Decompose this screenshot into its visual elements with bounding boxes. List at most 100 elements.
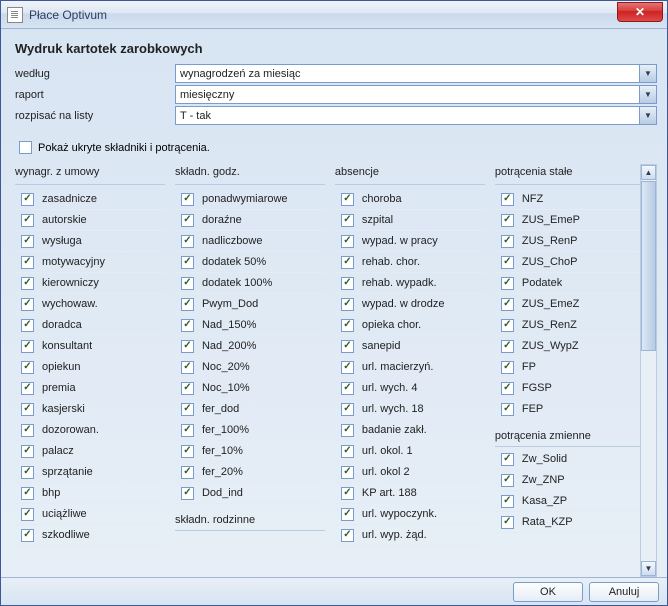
list-item[interactable]: kierowniczy	[15, 273, 165, 294]
item-checkbox[interactable]	[341, 319, 354, 332]
item-checkbox[interactable]	[21, 487, 34, 500]
list-item[interactable]: sprzątanie	[15, 462, 165, 483]
item-checkbox[interactable]	[21, 361, 34, 374]
item-checkbox[interactable]	[501, 340, 514, 353]
wedlug-select[interactable]: wynagrodzeń za miesiąc	[175, 64, 657, 83]
item-checkbox[interactable]	[181, 403, 194, 416]
item-checkbox[interactable]	[21, 445, 34, 458]
item-checkbox[interactable]	[341, 193, 354, 206]
item-checkbox[interactable]	[181, 277, 194, 290]
list-item[interactable]: ZUS_EmeP	[495, 210, 640, 231]
chevron-down-icon[interactable]	[639, 107, 656, 124]
item-checkbox[interactable]	[501, 277, 514, 290]
item-checkbox[interactable]	[341, 508, 354, 521]
chevron-down-icon[interactable]	[639, 86, 656, 103]
show-hidden-checkbox[interactable]	[19, 141, 32, 154]
item-checkbox[interactable]	[181, 361, 194, 374]
close-button[interactable]: ✕	[617, 2, 663, 22]
list-item[interactable]: ZUS_EmeZ	[495, 294, 640, 315]
list-item[interactable]: Podatek	[495, 273, 640, 294]
list-item[interactable]: fer_100%	[175, 420, 325, 441]
list-item[interactable]: ponadwymiarowe	[175, 189, 325, 210]
item-checkbox[interactable]	[181, 340, 194, 353]
item-checkbox[interactable]	[501, 382, 514, 395]
item-checkbox[interactable]	[181, 319, 194, 332]
item-checkbox[interactable]	[21, 235, 34, 248]
item-checkbox[interactable]	[21, 319, 34, 332]
chevron-down-icon[interactable]	[639, 65, 656, 82]
list-item[interactable]: url. wyp. żąd.	[335, 525, 485, 546]
cancel-button[interactable]: Anuluj	[589, 582, 659, 602]
item-checkbox[interactable]	[501, 516, 514, 529]
list-item[interactable]: palacz	[15, 441, 165, 462]
item-checkbox[interactable]	[181, 214, 194, 227]
item-checkbox[interactable]	[341, 214, 354, 227]
list-item[interactable]: Noc_20%	[175, 357, 325, 378]
item-checkbox[interactable]	[21, 508, 34, 521]
list-item[interactable]: dodatek 50%	[175, 252, 325, 273]
item-checkbox[interactable]	[341, 445, 354, 458]
rozpisac-select[interactable]: T - tak	[175, 106, 657, 125]
item-checkbox[interactable]	[21, 340, 34, 353]
item-checkbox[interactable]	[341, 382, 354, 395]
item-checkbox[interactable]	[341, 424, 354, 437]
list-item[interactable]: FP	[495, 357, 640, 378]
list-item[interactable]: opiekun	[15, 357, 165, 378]
item-checkbox[interactable]	[341, 403, 354, 416]
list-item[interactable]: Zw_Solid	[495, 449, 640, 470]
item-checkbox[interactable]	[181, 235, 194, 248]
vertical-scrollbar[interactable]	[640, 164, 657, 577]
list-item[interactable]: sanepid	[335, 336, 485, 357]
item-checkbox[interactable]	[181, 298, 194, 311]
list-item[interactable]: konsultant	[15, 336, 165, 357]
item-checkbox[interactable]	[181, 382, 194, 395]
list-item[interactable]: opieka chor.	[335, 315, 485, 336]
item-checkbox[interactable]	[21, 298, 34, 311]
item-checkbox[interactable]	[181, 466, 194, 479]
item-checkbox[interactable]	[21, 466, 34, 479]
list-item[interactable]: uciążliwe	[15, 504, 165, 525]
list-item[interactable]: zasadnicze	[15, 189, 165, 210]
item-checkbox[interactable]	[341, 487, 354, 500]
list-item[interactable]: Noc_10%	[175, 378, 325, 399]
item-checkbox[interactable]	[501, 298, 514, 311]
list-item[interactable]: Nad_150%	[175, 315, 325, 336]
item-checkbox[interactable]	[341, 298, 354, 311]
list-item[interactable]: fer_20%	[175, 462, 325, 483]
item-checkbox[interactable]	[501, 256, 514, 269]
list-item[interactable]: url. okol 2	[335, 462, 485, 483]
list-item[interactable]: fer_dod	[175, 399, 325, 420]
list-item[interactable]: motywacyjny	[15, 252, 165, 273]
item-checkbox[interactable]	[21, 277, 34, 290]
list-item[interactable]: szpital	[335, 210, 485, 231]
item-checkbox[interactable]	[341, 466, 354, 479]
list-item[interactable]: szkodliwe	[15, 525, 165, 546]
list-item[interactable]: ZUS_RenP	[495, 231, 640, 252]
list-item[interactable]: premia	[15, 378, 165, 399]
list-item[interactable]: badanie zakł.	[335, 420, 485, 441]
list-item[interactable]: url. wych. 4	[335, 378, 485, 399]
item-checkbox[interactable]	[21, 214, 34, 227]
scroll-up-icon[interactable]	[641, 165, 656, 180]
raport-select[interactable]: miesięczny	[175, 85, 657, 104]
item-checkbox[interactable]	[181, 445, 194, 458]
list-item[interactable]: url. okol. 1	[335, 441, 485, 462]
item-checkbox[interactable]	[341, 361, 354, 374]
list-item[interactable]: Kasa_ZP	[495, 491, 640, 512]
list-item[interactable]: NFZ	[495, 189, 640, 210]
list-item[interactable]: wysługa	[15, 231, 165, 252]
list-item[interactable]: nadliczbowe	[175, 231, 325, 252]
list-item[interactable]: rehab. chor.	[335, 252, 485, 273]
list-item[interactable]: dozorowan.	[15, 420, 165, 441]
list-item[interactable]: Rata_KZP	[495, 512, 640, 533]
item-checkbox[interactable]	[341, 235, 354, 248]
item-checkbox[interactable]	[341, 277, 354, 290]
list-item[interactable]: Dod_ind	[175, 483, 325, 504]
list-item[interactable]: ZUS_RenZ	[495, 315, 640, 336]
list-item[interactable]: wypad. w pracy	[335, 231, 485, 252]
list-item[interactable]: wychowaw.	[15, 294, 165, 315]
list-item[interactable]: FEP	[495, 399, 640, 420]
item-checkbox[interactable]	[341, 340, 354, 353]
list-item[interactable]: kasjerski	[15, 399, 165, 420]
list-item[interactable]: url. macierzyń.	[335, 357, 485, 378]
